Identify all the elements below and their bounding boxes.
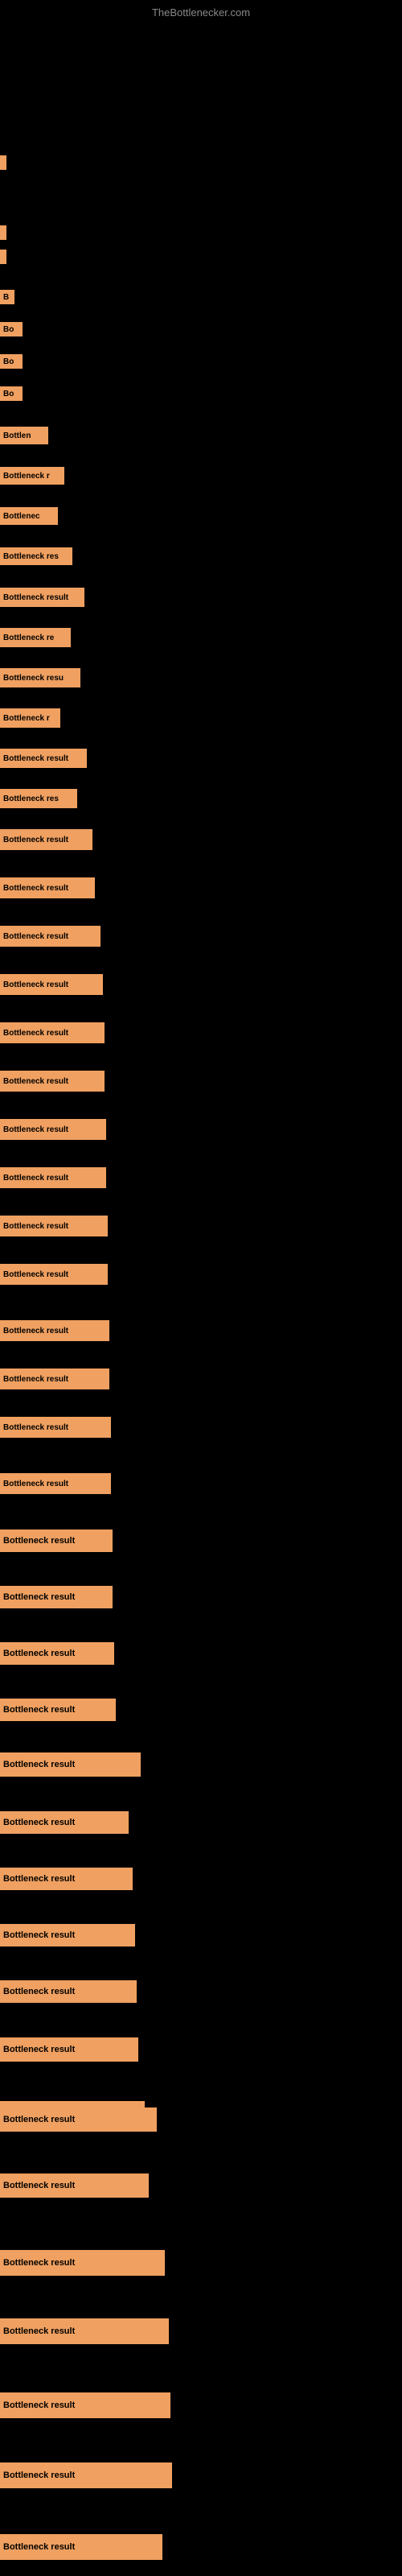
bar-item: Bottleneck result [0, 1752, 141, 1777]
bar-item: Bottleneck result [0, 1119, 106, 1140]
bar-item: Bottleneck result [0, 1586, 113, 1608]
bar-item: Bottleneck r [0, 467, 64, 485]
bar-item: Bottleneck result [0, 2037, 138, 2062]
bar-item: Bottleneck result [0, 588, 84, 607]
bar-item: Bottleneck result [0, 974, 103, 995]
site-title: TheBottlenecker.com [0, 0, 402, 22]
bar-item [0, 155, 6, 170]
bar-item: Bottleneck resu [0, 668, 80, 687]
bar-item: Bottleneck result [0, 1699, 116, 1721]
bar-item: Bottleneck res [0, 547, 72, 565]
bar-item: Bottleneck result [0, 926, 100, 947]
bar-item: Bottleneck result [0, 1642, 114, 1665]
bar-item: Bottleneck result [0, 1530, 113, 1552]
bar-item: Bottleneck result [0, 1811, 129, 1834]
bar-item: Bottleneck result [0, 2107, 157, 2132]
bar-item: Bo [0, 354, 23, 369]
bar-item: Bottleneck result [0, 1924, 135, 1946]
bar-item: Bottleneck result [0, 1071, 105, 1092]
bar-item: Bottleneck result [0, 1320, 109, 1341]
bar-item: Bottleneck result [0, 1264, 108, 1285]
bar-item: Bottleneck result [0, 2462, 172, 2488]
bar-item: Bottleneck result [0, 2392, 170, 2418]
bar-item: Bottleneck result [0, 2318, 169, 2344]
bar-item: Bottleneck result [0, 1980, 137, 2003]
bar-item: Bottleneck result [0, 2250, 165, 2276]
bar-item: Bo [0, 322, 23, 336]
bar-item: Bottleneck result [0, 1868, 133, 1890]
bar-item: Bo [0, 386, 23, 401]
bar-item [0, 250, 6, 264]
bar-item: Bottleneck result [0, 1473, 111, 1494]
bar-item: Bottleneck result [0, 1216, 108, 1236]
bar-item: Bottleneck res [0, 789, 77, 808]
bar-item: Bottlenec [0, 507, 58, 525]
bar-item: Bottleneck re [0, 628, 71, 647]
bar-item: Bottleneck result [0, 877, 95, 898]
bar-item [0, 225, 6, 240]
bar-item: Bottleneck result [0, 1167, 106, 1188]
bar-item: Bottleneck result [0, 829, 92, 850]
bar-item: Bottleneck result [0, 1022, 105, 1043]
bar-item: Bottleneck result [0, 1368, 109, 1389]
bar-item: Bottleneck result [0, 1417, 111, 1438]
bar-item: Bottleneck result [0, 749, 87, 768]
bar-item: Bottleneck result [0, 2534, 162, 2560]
bar-item: Bottlen [0, 427, 48, 444]
bar-item: B [0, 290, 14, 304]
bar-item: Bottleneck r [0, 708, 60, 728]
bar-item: Bottleneck result [0, 2174, 149, 2198]
